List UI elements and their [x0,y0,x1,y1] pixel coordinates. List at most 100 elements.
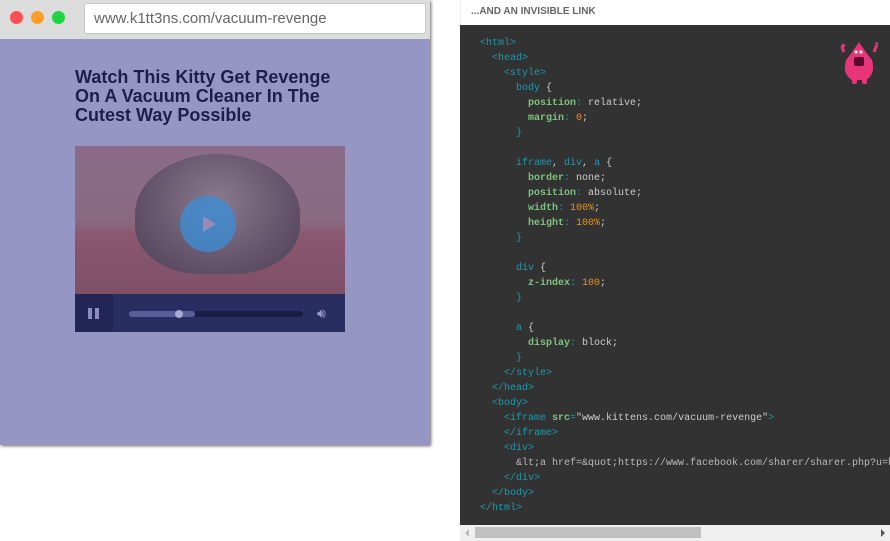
close-window-button[interactable] [10,11,23,24]
minimize-window-button[interactable] [31,11,44,24]
code-token: </style> [504,368,553,379]
code-token: : [564,173,577,184]
code-token: { [534,263,547,274]
horizontal-scrollbar[interactable] [460,525,890,541]
code-token: margin [528,113,565,124]
code-token: display [528,338,571,349]
browser-window: www.k1tt3ns.com/vacuum-revenge Watch Thi… [0,0,430,445]
scroll-left-icon[interactable] [465,529,469,537]
code-line: &lt;a href=&quot;https://www.facebook.co… [480,456,890,471]
code-line: <head> [480,51,890,66]
code-line: </head> [480,381,890,396]
code-line: body { [480,81,890,96]
code-token: 100% [570,203,595,214]
browser-titlebar: www.k1tt3ns.com/vacuum-revenge [0,0,430,39]
code-line: } [480,291,890,306]
code-token: ; [594,203,601,214]
code-token: src [552,413,571,424]
code-line: } [480,126,890,141]
code-line: iframe, div, a { [480,156,890,171]
monster-mascot-icon [840,42,879,84]
code-token: position [528,188,577,199]
code-line: div { [480,261,890,276]
code-token: </div> [504,473,541,484]
code-token: width [528,203,559,214]
play-icon[interactable] [180,196,236,252]
code-line: <style> [480,66,890,81]
code-token: : [576,98,589,109]
code-token: : [558,203,571,214]
code-token: absolute; [588,188,643,199]
code-line: z-index: 100; [480,276,890,291]
code-token: } [516,128,523,139]
code-token: &lt;a href=&quot;https://www.facebook.co… [516,458,890,469]
code-token: </html> [480,503,523,514]
code-line: <body> [480,396,890,411]
code-token: relative; [588,98,643,109]
code-token: block; [582,338,619,349]
code-token: <html> [480,38,517,49]
scroll-right-icon[interactable] [881,529,885,537]
code-token: border [528,173,565,184]
code-token: { [540,83,553,94]
code-line: position: relative; [480,96,890,111]
code-token: : [576,188,589,199]
code-line: border: none; [480,171,890,186]
code-token: } [516,233,523,244]
code-token: ; [582,113,589,124]
code-token: <style> [504,68,547,79]
code-token: } [516,293,523,304]
maximize-window-button[interactable] [52,11,65,24]
pause-icon [95,308,99,319]
code-token: </body> [492,488,535,499]
code-token: > [768,413,775,424]
code-line: position: absolute; [480,186,890,201]
video-controls: 🔊︎ [75,294,345,332]
scrollbar-thumb[interactable] [475,527,701,538]
code-block: <html> <head> <style> body {position: relat… [460,25,890,525]
code-line: </iframe> [480,426,890,441]
code-line: <iframe src="www.kittens.com/vacuum-reve… [480,411,890,426]
code-token: } [516,353,523,364]
code-line: </div> [480,471,890,486]
speaker-icon[interactable]: 🔊︎ [317,305,326,322]
panel-title: ...AND AN INVISIBLE LINK [460,0,890,25]
code-line: margin: 0; [480,111,890,126]
code-line: display: block; [480,336,890,351]
code-token: position [528,98,577,109]
code-token: { [522,323,535,334]
code-token: <body> [492,398,529,409]
code-line: </style> [480,366,890,381]
code-line: } [480,231,890,246]
code-token: <iframe [504,413,553,424]
code-token: : [570,338,583,349]
video-progress-slider[interactable] [129,310,303,318]
code-token: : [564,113,577,124]
code-token: </iframe> [504,428,559,439]
video-player[interactable]: 🔊︎ [75,146,345,332]
code-line: <html> [480,36,890,51]
code-token: , [552,158,565,169]
code-token: { [600,158,613,169]
code-token: height [528,218,565,229]
code-token: iframe [516,158,553,169]
code-line: height: 100%; [480,216,890,231]
code-token: ; [600,278,607,289]
code-token: div [516,263,535,274]
code-token: : [570,278,583,289]
code-line: a { [480,321,890,336]
code-token: none; [576,173,607,184]
code-token: ; [600,218,607,229]
code-line: </body> [480,486,890,501]
code-token: z-index [528,278,571,289]
code-token: : [564,218,577,229]
code-line: width: 100%; [480,201,890,216]
pause-button[interactable] [75,294,113,332]
address-bar[interactable]: www.k1tt3ns.com/vacuum-revenge [84,3,426,34]
code-line: } [480,351,890,366]
pause-icon [88,308,92,319]
code-token: 100 [582,278,601,289]
